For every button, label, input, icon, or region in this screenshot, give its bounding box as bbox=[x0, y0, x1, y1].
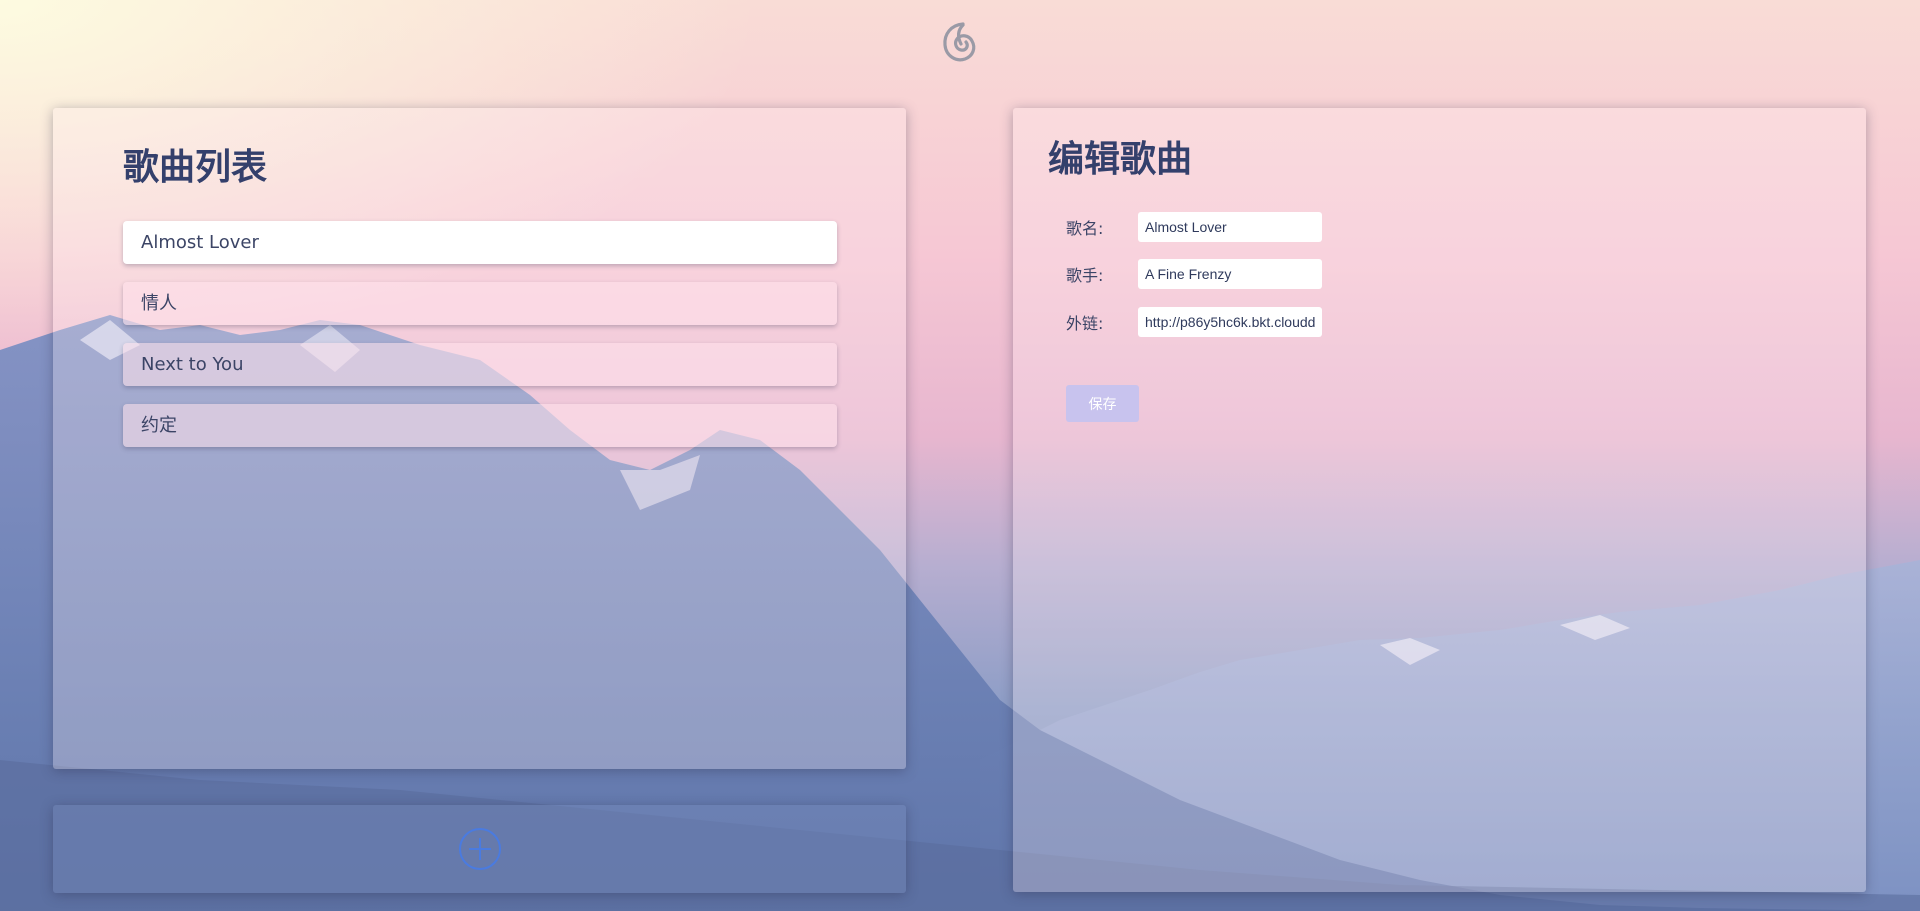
song-list-item[interactable]: 约定 bbox=[123, 404, 837, 447]
song-list-item[interactable]: Almost Lover bbox=[123, 221, 837, 264]
song-name-input[interactable] bbox=[1138, 212, 1322, 242]
singer-label: 歌手: bbox=[1066, 266, 1104, 285]
url-row: 外链: bbox=[1066, 307, 1322, 337]
song-list-title: 歌曲列表 bbox=[123, 147, 268, 188]
song-name-row: 歌名: bbox=[1066, 212, 1322, 242]
song-list: Almost Lover 情人 Next to You 约定 bbox=[123, 221, 837, 465]
netease-cloud-music-icon bbox=[943, 22, 976, 62]
singer-input[interactable] bbox=[1138, 259, 1322, 289]
add-song-panel bbox=[53, 805, 906, 893]
song-name-label: 歌名: bbox=[1066, 219, 1104, 238]
song-list-item[interactable]: 情人 bbox=[123, 282, 837, 325]
song-list-item[interactable]: Next to You bbox=[123, 343, 837, 386]
save-button[interactable]: 保存 bbox=[1066, 385, 1139, 422]
url-label: 外链: bbox=[1066, 314, 1104, 333]
edit-song-panel: 编辑歌曲 歌名: 歌手: 外链: 保存 bbox=[1013, 108, 1866, 892]
singer-row: 歌手: bbox=[1066, 259, 1322, 289]
edit-song-title: 编辑歌曲 bbox=[1048, 139, 1193, 180]
song-list-panel: 歌曲列表 Almost Lover 情人 Next to You 约定 bbox=[53, 108, 906, 769]
plus-circle-icon[interactable] bbox=[458, 827, 502, 871]
url-input[interactable] bbox=[1138, 307, 1322, 337]
